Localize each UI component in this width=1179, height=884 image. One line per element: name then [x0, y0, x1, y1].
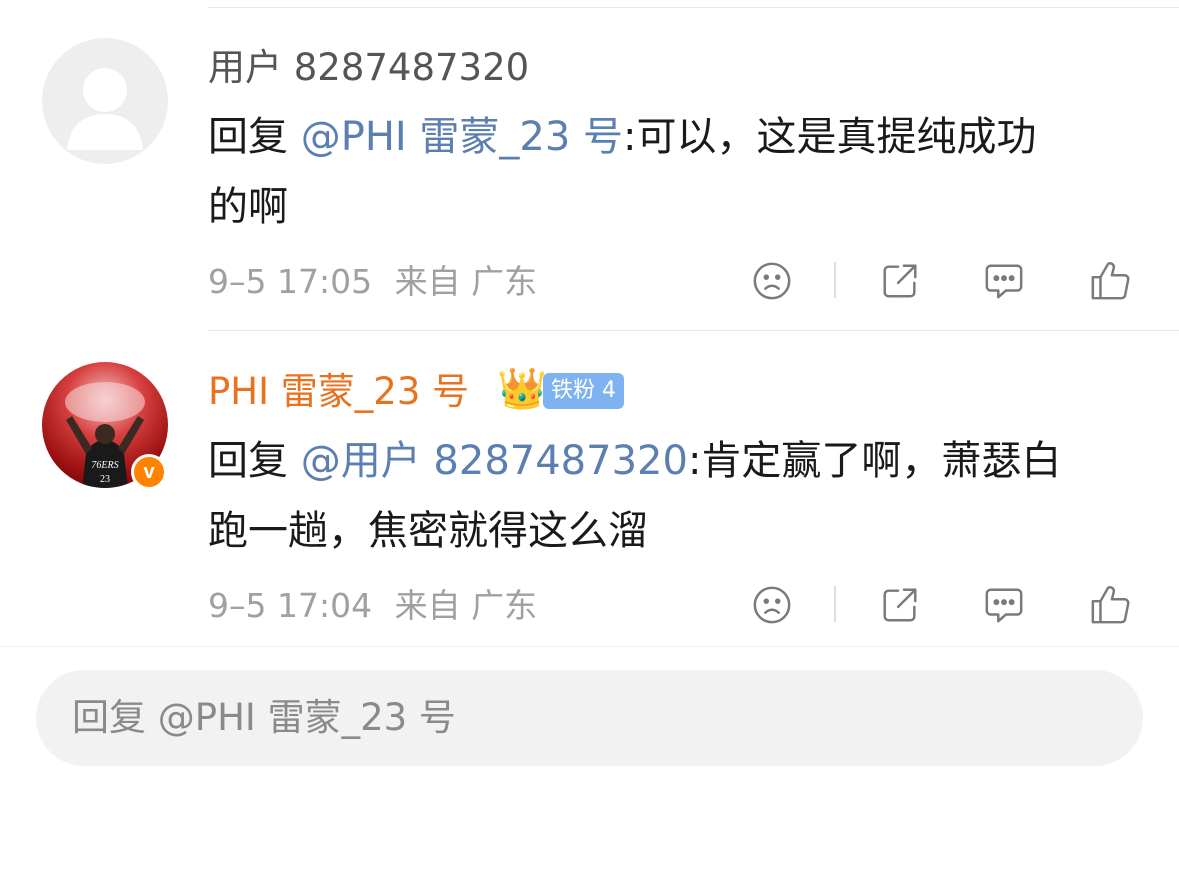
- share-icon: [883, 588, 917, 622]
- comment-text-line1: :可以，这是真提纯成功: [623, 114, 1037, 160]
- comment-text: 回复 @用户 8287487320:肯定赢了啊，萧瑟白 跑一趟，焦密就得这么溜: [208, 426, 1138, 566]
- comment-bubble-icon: [985, 588, 1023, 623]
- reply-prefix: 回复: [208, 114, 301, 160]
- svg-text:76ERS: 76ERS: [91, 460, 118, 471]
- share-button[interactable]: [878, 259, 922, 303]
- share-button[interactable]: [878, 583, 922, 627]
- comment-actions: [750, 259, 1150, 303]
- like-button[interactable]: [1088, 259, 1132, 303]
- sad-face-icon: [753, 262, 791, 300]
- comment-username[interactable]: 用户 8287487320: [208, 46, 529, 90]
- dislike-button[interactable]: [750, 583, 794, 627]
- crown-icon: 👑: [497, 366, 547, 412]
- mention-link[interactable]: @用户 8287487320: [301, 438, 688, 484]
- reply-placeholder: 回复 @PHI 雷蒙_23 号: [72, 696, 456, 739]
- comment-meta: 9–5 17:04 来自 广东: [208, 586, 537, 626]
- comment-time: 9–5 17:05: [208, 262, 373, 301]
- like-button[interactable]: [1088, 583, 1132, 627]
- reply-prefix: 回复: [208, 438, 301, 484]
- comment-button[interactable]: [982, 259, 1026, 303]
- thumbs-up-icon: [1091, 262, 1130, 300]
- comment-text: 回复 @PHI 雷蒙_23 号:可以，这是真提纯成功 的啊: [208, 102, 1138, 242]
- comment-text-line2: 跑一趟，焦密就得这么溜: [208, 508, 648, 554]
- svg-text:23: 23: [100, 474, 110, 485]
- dislike-button[interactable]: [750, 259, 794, 303]
- comment-bubble-icon: [985, 264, 1023, 299]
- sad-face-icon: [753, 586, 791, 624]
- comment-actions: [750, 583, 1150, 627]
- comment-text-line2: 的啊: [208, 184, 288, 230]
- user-avatar[interactable]: [42, 38, 168, 164]
- comment-location: 来自 广东: [394, 586, 538, 625]
- comment-button[interactable]: [982, 583, 1026, 627]
- fan-level-badge[interactable]: 铁粉 4: [543, 373, 624, 409]
- comment-username[interactable]: PHI 雷蒙_23 号: [208, 370, 469, 414]
- section-divider: [0, 646, 1179, 647]
- action-separator: [834, 586, 836, 622]
- mention-link[interactable]: @PHI 雷蒙_23 号: [301, 114, 623, 160]
- reply-input[interactable]: 回复 @PHI 雷蒙_23 号: [36, 670, 1143, 766]
- default-avatar-icon: [67, 68, 143, 150]
- top-divider: [208, 7, 1179, 8]
- thumbs-up-icon: [1091, 586, 1130, 624]
- comment-location: 来自 广东: [394, 262, 538, 301]
- comment-time: 9–5 17:04: [208, 586, 373, 625]
- comment-divider: [208, 330, 1179, 331]
- share-icon: [883, 264, 917, 298]
- comment-meta: 9–5 17:05 来自 广东: [208, 262, 537, 302]
- comment-text-line1: :肯定赢了啊，萧瑟白: [687, 438, 1062, 484]
- verified-badge: v: [131, 454, 167, 490]
- action-separator: [834, 262, 836, 298]
